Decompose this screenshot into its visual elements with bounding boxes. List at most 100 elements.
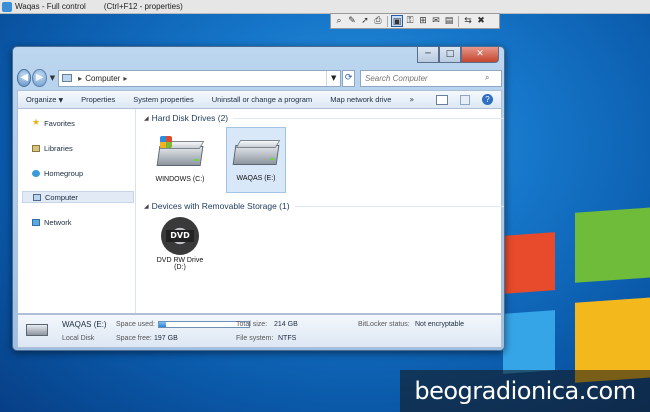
computer-icon — [62, 74, 73, 82]
search-icon[interactable]: ⌕ — [485, 73, 489, 83]
navigation-pane: ★ Favorites Libraries Homegroup Computer… — [18, 109, 136, 313]
drive-label: WAQAS (E:) — [236, 175, 276, 182]
library-icon — [32, 144, 40, 152]
site-watermark: beogradionica.com — [400, 370, 650, 412]
remote-session-title: Waqas - Full control — [15, 2, 86, 11]
collapse-triangle-icon[interactable]: ◢ — [144, 115, 149, 122]
chevron-down-icon[interactable]: ▼ — [326, 70, 340, 86]
sidebar-item-label: Computer — [45, 192, 78, 202]
sidebar-item-network[interactable]: Network — [22, 216, 134, 228]
remote-session-titlebar: Waqas - Full control (Ctrl+F12 - propert… — [0, 0, 650, 14]
details-drive-name: WAQAS (E:) — [62, 320, 107, 329]
breadcrumb-computer[interactable]: Computer — [85, 74, 120, 83]
sidebar-item-computer[interactable]: Computer — [22, 191, 134, 203]
homegroup-icon — [32, 169, 40, 177]
lock-icon[interactable]: ⚿ — [404, 15, 416, 27]
forward-button[interactable]: ▶ — [32, 69, 47, 87]
sidebar-item-label: Network — [44, 217, 72, 227]
maximize-button[interactable]: □ — [439, 47, 461, 63]
more-commands-button[interactable]: » — [409, 95, 414, 104]
computer-icon — [33, 193, 41, 201]
chevron-down-icon: ▼ — [58, 97, 64, 104]
breadcrumb-separator-icon[interactable]: ▸ — [123, 74, 127, 83]
remote-control-toolbar: ⌕ ✎ ➚ ⎙ ▣ ⚿ ⊞ ✉ ▤ ⇆ ✖ — [330, 13, 500, 29]
address-row: ◀ ▶ ▼ ▸ Computer ▸ ▼ ⟳ ⌕ — [17, 67, 503, 89]
sidebar-item-label: Favorites — [44, 118, 75, 128]
map-network-drive-button[interactable]: Map network drive — [330, 95, 391, 104]
windows-logo-green — [575, 207, 650, 283]
windows-logo-red — [503, 232, 555, 294]
remote-shortcut-hint: (Ctrl+F12 - properties) — [103, 2, 183, 11]
close-button[interactable]: ✕ — [461, 47, 499, 63]
dvd-drive-icon: DVD — [161, 217, 199, 255]
star-icon: ★ — [32, 118, 41, 128]
network-icon[interactable]: ⊞ — [417, 15, 429, 27]
drive-label: WINDOWS (C:) — [155, 176, 205, 183]
recent-pages-dropdown[interactable]: ▼ — [50, 74, 55, 82]
disconnect-icon[interactable]: ✖ — [475, 15, 487, 27]
space-used-fill — [159, 322, 167, 327]
drive-tile-waqas[interactable]: WAQAS (E:) — [226, 127, 286, 193]
drive-tile-dvd[interactable]: DVD DVD RW Drive (D:) — [150, 215, 210, 295]
hard-drive-icon — [232, 133, 281, 173]
chat-icon[interactable]: ✉ — [430, 15, 442, 27]
file-list: ◢ Hard Disk Drives (2) WINDOWS (C:) WAQA… — [138, 109, 504, 313]
sidebar-item-homegroup[interactable]: Homegroup — [22, 167, 134, 179]
file-system-value: NTFS — [278, 335, 297, 342]
bitlocker-label: BitLocker status: — [358, 321, 410, 328]
content-area: ★ Favorites Libraries Homegroup Computer… — [17, 109, 504, 314]
uninstall-program-button[interactable]: Uninstall or change a program — [212, 95, 312, 104]
back-button[interactable]: ◀ — [17, 69, 32, 87]
search-box[interactable]: ⌕ — [360, 69, 503, 87]
space-free-value: 197 GB — [154, 335, 178, 342]
preview-pane-icon[interactable] — [460, 94, 471, 105]
organize-button[interactable]: Organize ▼ — [26, 95, 63, 104]
print-icon[interactable]: ⎙ — [372, 15, 384, 27]
folder-icon[interactable]: ▤ — [443, 15, 455, 27]
system-properties-button[interactable]: System properties — [133, 95, 193, 104]
breadcrumb-separator-icon[interactable]: ▸ — [78, 74, 82, 83]
windows-logo-blue — [503, 310, 555, 374]
total-size-value: 214 GB — [274, 321, 298, 328]
address-bar[interactable]: ▸ Computer ▸ ▼ — [58, 69, 342, 87]
details-drive-type: Local Disk — [62, 335, 95, 342]
help-icon[interactable]: ? — [482, 94, 493, 105]
screen-icon[interactable]: ▣ — [391, 15, 403, 27]
search-input[interactable] — [365, 73, 486, 83]
properties-button[interactable]: Properties — [81, 95, 115, 104]
space-used-label: Space used: — [116, 321, 155, 328]
group-header-hard-disks[interactable]: ◢ Hard Disk Drives (2) — [144, 113, 504, 123]
sidebar-item-favorites[interactable]: ★ Favorites — [22, 117, 134, 129]
change-view-icon[interactable] — [436, 94, 449, 105]
file-system-label: File system: — [236, 335, 274, 342]
explorer-window: ─ □ ✕ ◀ ▶ ▼ ▸ Computer ▸ ▼ ⟳ ⌕ Organize▼… — [12, 46, 505, 351]
toolbar-separator — [458, 15, 459, 27]
pen-icon[interactable]: ✎ — [346, 15, 358, 27]
hard-drive-icon — [26, 324, 48, 336]
sidebar-item-label: Libraries — [44, 143, 73, 153]
drive-label: DVD RW Drive — [156, 257, 204, 264]
space-free-label: Space free: — [116, 335, 152, 342]
refresh-button[interactable]: ⟳ — [342, 69, 356, 87]
sidebar-item-label: Homegroup — [44, 168, 84, 178]
group-title: Hard Disk Drives (2) — [151, 113, 229, 123]
command-bar: Organize ▼ Properties System properties U… — [17, 90, 502, 109]
group-divider — [233, 117, 504, 119]
group-title: Devices with Removable Storage (1) — [151, 201, 290, 211]
transfer-icon[interactable]: ⇆ — [462, 15, 474, 27]
minimize-button[interactable]: ─ — [417, 47, 439, 63]
drive-label-letter: (D:) — [174, 264, 186, 271]
group-header-removable[interactable]: ◢ Devices with Removable Storage (1) — [144, 201, 504, 211]
bitlocker-value: Not encryptable — [415, 321, 465, 328]
details-pane: WAQAS (E:) Local Disk Space used: Space … — [17, 314, 502, 348]
sidebar-item-libraries[interactable]: Libraries — [22, 142, 134, 154]
caption-buttons: ─ □ ✕ — [417, 47, 499, 63]
pointer-icon[interactable]: ➚ — [359, 15, 371, 27]
remote-app-icon — [2, 1, 12, 12]
zoom-icon[interactable]: ⌕ — [333, 15, 345, 27]
toolbar-separator — [387, 15, 388, 27]
network-icon — [32, 218, 40, 226]
drive-tile-windows[interactable]: WINDOWS (C:) — [150, 129, 210, 193]
group-divider — [294, 205, 504, 207]
collapse-triangle-icon[interactable]: ◢ — [144, 203, 149, 210]
